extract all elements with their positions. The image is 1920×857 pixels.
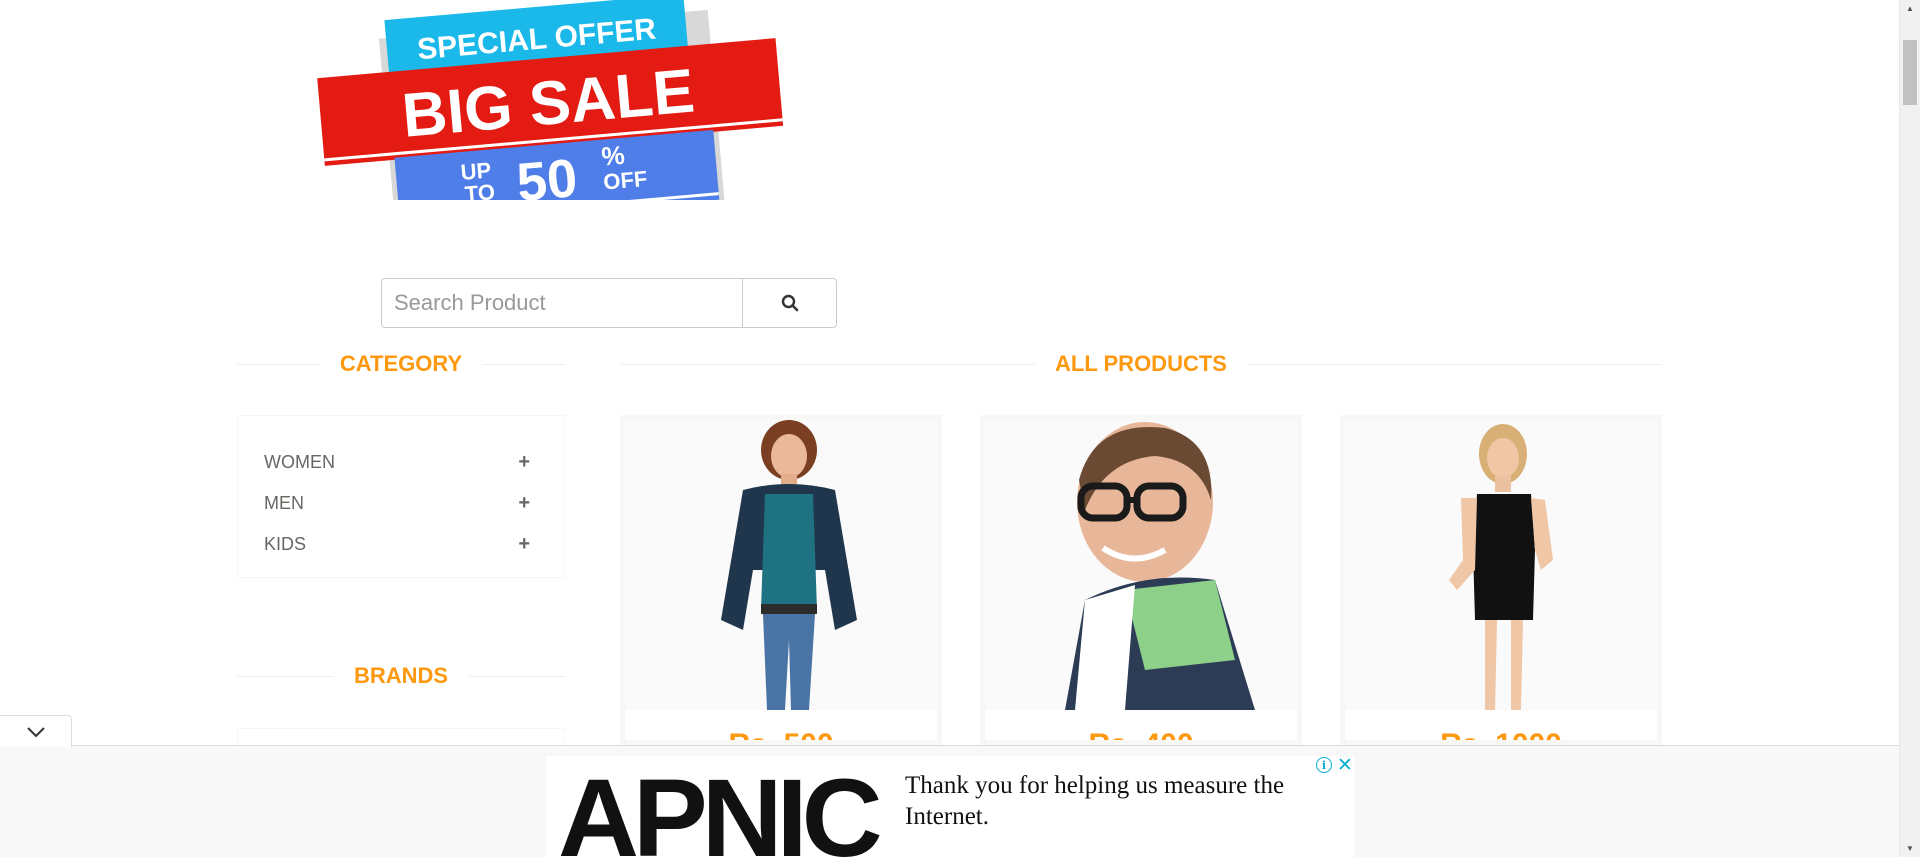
plus-icon[interactable]: + (518, 492, 534, 515)
divider (468, 675, 565, 677)
info-icon[interactable]: i (1316, 757, 1332, 773)
category-item-label: KIDS (264, 534, 307, 554)
category-item-kids[interactable]: KIDS + (264, 524, 534, 565)
close-icon[interactable]: ✕ (1337, 756, 1353, 777)
brands-heading: BRANDS (237, 661, 565, 691)
banner-percent: % (600, 140, 626, 172)
products-title: ALL PRODUCTS (1055, 351, 1227, 376)
divider (1246, 363, 1662, 365)
vertical-scrollbar[interactable]: ▲ ▼ (1899, 0, 1920, 857)
divider (482, 363, 566, 365)
scroll-down-arrow-icon[interactable]: ▼ (1900, 840, 1920, 857)
woman-casual-photo[interactable] (625, 420, 937, 710)
category-item-women[interactable]: WOMEN + (264, 442, 534, 483)
banner-off: OFF (602, 166, 648, 195)
banner-to: TO (464, 179, 496, 200)
ad-message[interactable]: Thank you for helping us measure the Int… (905, 770, 1335, 832)
search-bar (381, 278, 837, 328)
plus-icon[interactable]: + (518, 533, 534, 556)
divider (620, 363, 1036, 365)
man-glasses-photo[interactable] (985, 420, 1297, 710)
category-item-label: MEN (264, 493, 304, 513)
product-price: Rs. 1000 (1440, 728, 1562, 745)
scroll-up-arrow-icon[interactable]: ▲ (1900, 0, 1920, 17)
search-button[interactable] (743, 278, 837, 328)
category-heading: CATEGORY (237, 349, 566, 379)
scrollbar-thumb[interactable] (1903, 40, 1917, 105)
collapse-ad-button[interactable] (0, 715, 72, 747)
ad-banner: APNIC Thank you for helping us measure t… (0, 745, 1899, 857)
product-card[interactable]: Rs. 500 (620, 415, 942, 745)
chevron-down-icon (26, 726, 45, 737)
product-price: Rs. 500 (728, 728, 834, 745)
woman-dress-photo[interactable] (1345, 420, 1657, 710)
product-price: Rs. 400 (1088, 728, 1194, 745)
ad-brand-logo[interactable]: APNIC (558, 756, 883, 857)
ad-content[interactable]: APNIC Thank you for helping us measure t… (546, 756, 1354, 857)
search-icon (781, 294, 798, 312)
banner-fifty: 50 (514, 148, 579, 200)
product-card[interactable]: Rs. 400 (980, 415, 1302, 745)
category-item-label: WOMEN (264, 452, 335, 472)
products-heading: ALL PRODUCTS (620, 349, 1662, 379)
divider (237, 675, 334, 677)
product-card[interactable]: Rs. 1000 (1340, 415, 1662, 745)
category-title: CATEGORY (339, 351, 463, 376)
brands-title: BRANDS (353, 663, 449, 688)
plus-icon[interactable]: + (518, 451, 534, 474)
category-item-men[interactable]: MEN + (264, 483, 534, 524)
big-sale-banner: SPECIAL OFFER BIG SALE UP TO 50 % OFF (300, 0, 800, 233)
search-input[interactable] (381, 278, 743, 328)
divider (237, 363, 320, 365)
category-panel: WOMEN + MEN + KIDS + (237, 415, 565, 578)
